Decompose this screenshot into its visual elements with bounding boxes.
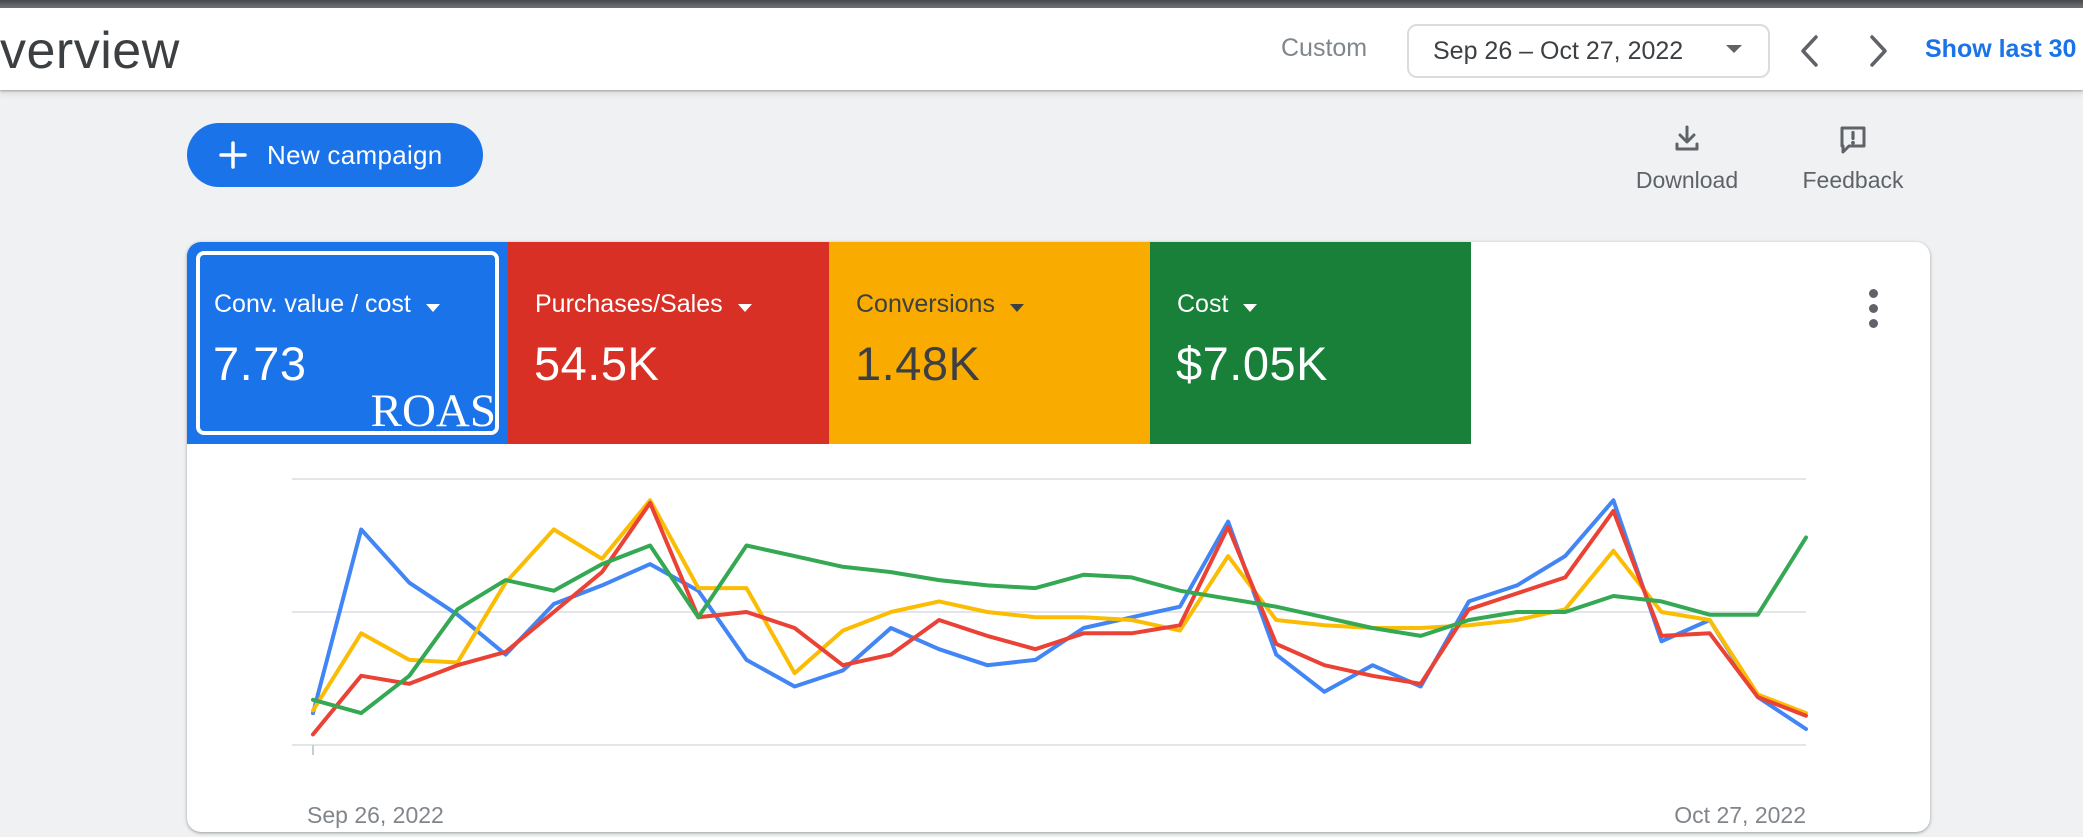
show-last-30-link[interactable]: Show last 30 xyxy=(1925,35,2076,64)
chevron-down-icon xyxy=(1009,291,1025,320)
date-range-value: Sep 26 – Oct 27, 2022 xyxy=(1433,37,1683,66)
metric-value: 1.48K xyxy=(855,336,980,391)
overview-card: Conv. value / cost 7.73 ROAS Purchases/S… xyxy=(187,242,1930,832)
x-axis-start-label: Sep 26, 2022 xyxy=(307,802,444,829)
new-campaign-button[interactable]: New campaign xyxy=(187,123,483,187)
metric-label: Conv. value / cost xyxy=(214,290,411,319)
metric-chip-purchases-sales[interactable]: Purchases/Sales 54.5K xyxy=(508,242,829,444)
download-button[interactable]: Download xyxy=(1607,122,1767,194)
metric-label: Purchases/Sales xyxy=(535,290,723,319)
x-axis-end-label: Oct 27, 2022 xyxy=(1674,802,1806,829)
chevron-down-icon xyxy=(1242,291,1258,320)
more-options-button[interactable] xyxy=(1851,284,1895,332)
feedback-label: Feedback xyxy=(1773,167,1933,194)
date-range-picker[interactable]: Sep 26 – Oct 27, 2022 xyxy=(1407,24,1770,78)
new-campaign-label: New campaign xyxy=(267,140,443,171)
date-mode-label: Custom xyxy=(1281,34,1367,63)
metric-chip-cost[interactable]: Cost $7.05K xyxy=(1150,242,1471,444)
download-label: Download xyxy=(1607,167,1767,194)
metric-value: $7.05K xyxy=(1176,336,1328,391)
chevron-down-icon xyxy=(1724,42,1744,60)
more-vert-icon xyxy=(1869,289,1878,298)
previous-period-button[interactable] xyxy=(1786,28,1832,74)
browser-chrome-strip xyxy=(0,0,2083,8)
metric-value: 7.73 xyxy=(213,336,306,391)
next-period-button[interactable] xyxy=(1856,28,1902,74)
metric-chip-conversions[interactable]: Conversions 1.48K xyxy=(829,242,1150,444)
chevron-down-icon xyxy=(737,291,753,320)
page-header: verview Custom Sep 26 – Oct 27, 2022 Sho… xyxy=(0,8,2083,90)
page-title: verview xyxy=(0,20,180,82)
metric-label: Conversions xyxy=(856,290,995,319)
metric-label: Cost xyxy=(1177,290,1228,319)
metric-value: 54.5K xyxy=(534,336,659,391)
metric-chip-row: Conv. value / cost 7.73 ROAS Purchases/S… xyxy=(187,242,1471,444)
feedback-button[interactable]: Feedback xyxy=(1773,122,1933,194)
download-icon xyxy=(1670,122,1704,156)
plus-icon xyxy=(217,139,249,171)
feedback-icon xyxy=(1836,122,1870,156)
chevron-down-icon xyxy=(425,291,441,320)
roas-annotation: ROAS xyxy=(371,384,496,438)
metric-chip-conv-value-cost[interactable]: Conv. value / cost 7.73 ROAS xyxy=(187,242,508,444)
